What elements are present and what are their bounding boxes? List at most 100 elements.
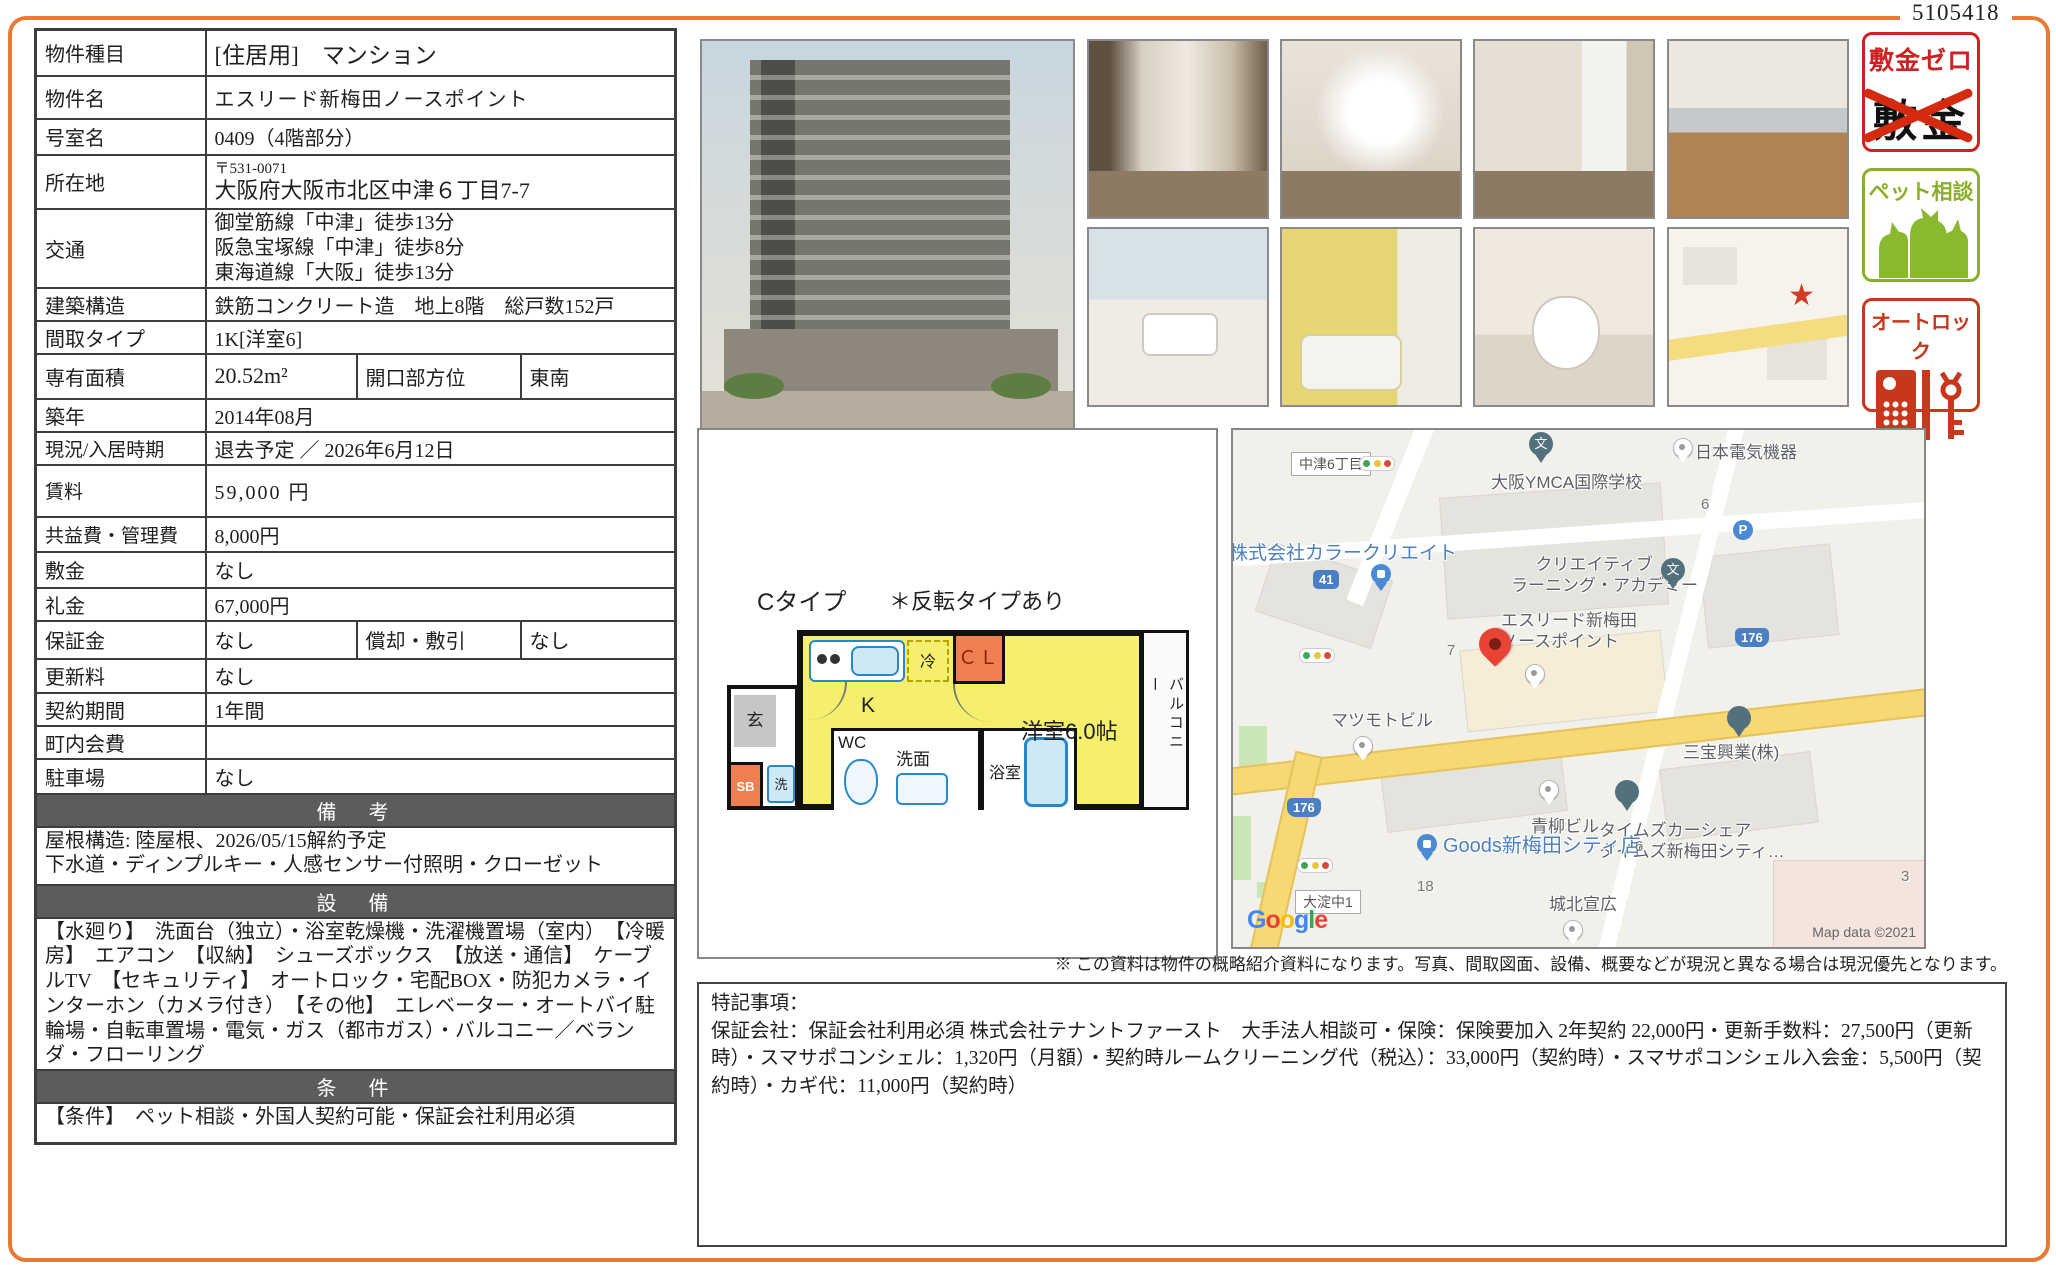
row-parking: 駐車場 なし [36,759,676,794]
poi-label-creative: クリエイティブ ラーニング・アカデミー [1511,554,1653,597]
label-opening-direction: 開口部方位 [357,354,521,399]
pet-title: ペット相談 [1865,176,1977,206]
washer-area: 洗 [767,765,795,803]
row-equipment: 【水廻り】 洗面台（独立）・浴室乾燥機・洗濯機置場（室内） 【冷暖房】 エアコン… [36,918,676,1071]
label-key-money: 礼金 [36,588,206,621]
photo-room [1473,39,1655,219]
photo-kitchen [1667,39,1849,219]
label-contract-term: 契約期間 [36,693,206,726]
main-unit: 冷 K ＣＬ WC 洗面 浴室 洋室6.0帖 [797,630,1145,810]
door-arc [953,684,993,722]
poi-pin-icon [1673,438,1693,458]
special-notes-title: 特記事項： [711,990,1993,1018]
row-management-fee: 共益費・管理費 8,000円 [36,517,676,552]
badge-deposit-zero: 敷金ゼロ 敷金 [1862,32,1980,152]
poi-pin-icon [1353,736,1373,756]
label-built-year: 築年 [36,399,206,432]
label-rent: 賃料 [36,465,206,517]
washbasin [1142,313,1217,356]
photo-area-map: ★ [1667,227,1849,407]
senmen-label: 洗面 [896,745,930,770]
toilet-icon [844,759,878,805]
label-parking: 駐車場 [36,759,206,794]
document-number: 5105418 [1900,0,2012,26]
store-pin-icon [1371,564,1391,584]
equipment-header: 設 備 [36,885,676,918]
value-access: 御堂筋線「中津」徒歩13分 阪急宝塚線「中津」徒歩8分 東海道線「大阪」徒歩13… [206,209,676,288]
floorplan-mirror-note: ＊反転タイプあり [889,584,1065,616]
property-flyer-page: 5105418 物件種目 [住居用] マンション 物件名 エスリード新梅田ノース… [0,0,2056,1265]
row-conditions: 【条件】 ペット相談・外国人契約可能・保証会社利用必須 [36,1103,676,1143]
block-number: 3 [1901,868,1909,885]
address-text: 大阪府大阪市北区中津６丁目7-7 [215,178,667,204]
map-green-area [1233,816,1251,880]
poi-pin-icon [1563,920,1583,940]
map-attribution: Map data ©2021 [1812,924,1916,940]
bathtub-icon [1024,737,1068,807]
block-number: 6 [1701,496,1709,513]
value-parking: なし [206,759,676,794]
label-structure: 建築構造 [36,288,206,321]
poi-label-sanpo: 三宝興業(株) [1683,742,1779,763]
label-room-number: 号室名 [36,119,206,155]
wc-room: WC 洗面 [831,728,981,810]
carshare-pin-icon [1615,780,1639,804]
value-deposit: なし [206,552,676,588]
label-access: 交通 [36,209,206,288]
label-amortization: 償却・敷引 [357,621,521,659]
label-management-fee: 共益費・管理費 [36,517,206,552]
poi-label-colorcreate: 株式会社カラークリエイト [1231,542,1457,566]
label-property-name: 物件名 [36,76,206,119]
poi-label-denki: 日本電気機器 [1695,442,1797,463]
remarks-line: 下水道・ディンプルキー・人感センサー付照明・クローゼット [45,853,666,878]
label-status: 現況/入居時期 [36,432,206,465]
access-line: 阪急宝塚線「中津」徒歩8分 [215,236,667,261]
poi-pin-icon [1539,780,1559,800]
toilet [1532,296,1600,370]
value-renewal-fee: なし [206,659,676,693]
poi-label-goods: Goods新梅田シティ店 [1443,834,1641,859]
row-remarks: 屋根構造: 陸屋根、2026/05/15解約予定 下水道・ディンプルキー・人感セ… [36,827,676,885]
intercom-camera [1883,377,1896,390]
remarks-header: 備 考 [36,794,676,827]
row-area: 専有面積 20.52m² 開口部方位 東南 [36,354,676,399]
poi-pin-icon [1727,706,1751,730]
poi-label-johoku: 城北宣広 [1549,894,1617,915]
row-property-name: 物件名 エスリード新梅田ノースポイント [36,76,676,119]
value-neighborhood-fee [206,726,676,759]
route-shield-176: 176 [1735,628,1769,647]
access-line: 御堂筋線「中津」徒歩13分 [215,211,667,236]
intercom-panel-icon [1876,370,1916,432]
burner-icon [830,654,840,664]
floorplan-drawing: 玄 SB 洗 冷 K ＣＬ WC 洗面 [727,630,1189,810]
value-status: 退去予定 ／ 2026年6月12日 [206,432,676,465]
poi-pin-icon [1525,664,1545,684]
conditions-header: 条 件 [36,1070,676,1103]
kitchen-counter [809,640,905,682]
row-renewal-fee: 更新料 なし [36,659,676,693]
bush [724,373,784,399]
block-number: 7 [1447,642,1455,659]
label-guarantee: 保証金 [36,621,206,659]
key-icon [1936,370,1966,442]
bathtub [1300,334,1402,391]
row-built-year: 築年 2014年08月 [36,399,676,432]
traffic-light-icon [1297,858,1333,873]
row-room-number: 号室名 0409（4階部分） [36,119,676,155]
dogs-icon [1871,206,1971,280]
row-property-type: 物件種目 [住居用] マンション [36,30,676,76]
poi-label-ymca: 大阪YMCA国際学校 [1491,472,1642,493]
row-neighborhood-fee: 町内会費 [36,726,676,759]
conditions-text: 【条件】 ペット相談・外国人契約可能・保証会社利用必須 [36,1103,676,1143]
photo-hallway [1087,39,1269,219]
sink-icon [896,773,948,805]
value-structure: 鉄筋コンクリート造 地上8階 総戸数152戸 [206,288,676,321]
photo-toilet [1473,227,1655,407]
row-remarks-header: 備 考 [36,794,676,827]
google-logo: Google [1247,906,1327,935]
label-deposit: 敷金 [36,552,206,588]
property-table: 物件種目 [住居用] マンション 物件名 エスリード新梅田ノースポイント 号室名… [34,28,677,1145]
value-room-number: 0409（4階部分） [206,119,676,155]
store-pin-icon [1417,834,1437,854]
value-guarantee: なし [206,621,357,659]
